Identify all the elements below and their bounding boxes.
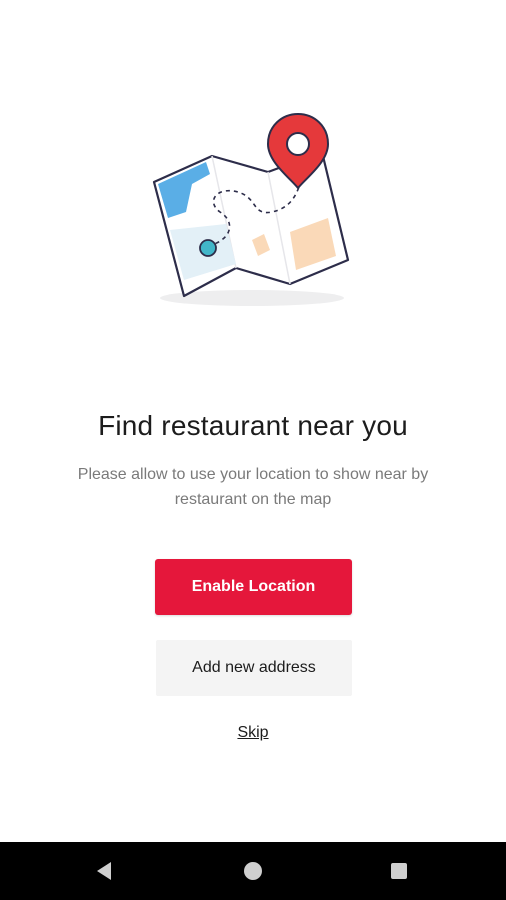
page-subtitle: Please allow to use your location to sho… [77,466,429,508]
enable-location-button[interactable]: Enable Location [155,559,352,615]
nav-recents-button[interactable] [369,842,429,900]
map-icon [152,112,350,306]
map-illustration [140,112,360,322]
enable-location-label: Enable Location [191,578,316,595]
location-permission-screen: Find restaurant near you Please allow to… [0,0,506,900]
skip-link-row: Skip [0,724,506,742]
page-title: Find restaurant near you [98,410,408,441]
home-circle-icon [244,862,262,880]
add-new-address-button[interactable]: Add new address [156,640,352,696]
add-new-address-label: Add new address [192,659,316,676]
back-triangle-icon [97,862,111,880]
system-navigation-bar [0,842,506,900]
skip-link[interactable]: Skip [237,724,268,741]
recents-square-icon [391,863,407,879]
nav-home-button[interactable] [223,842,283,900]
nav-back-button[interactable] [75,842,135,900]
